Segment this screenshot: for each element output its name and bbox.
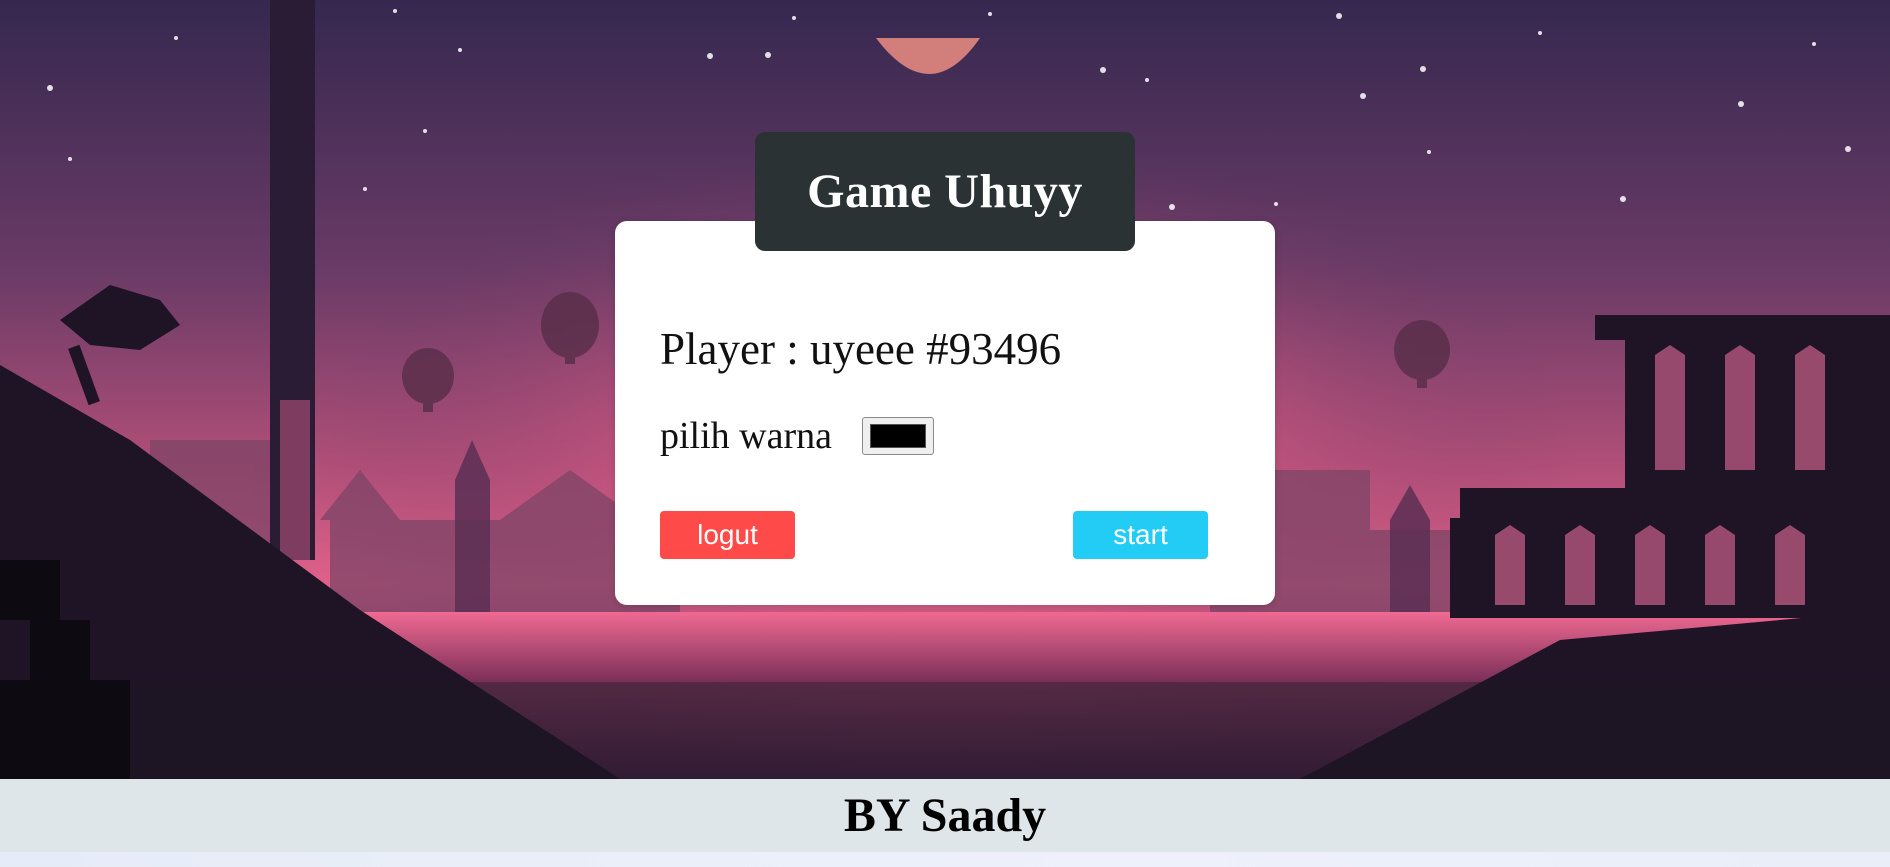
color-picker-label: pilih warna <box>660 415 833 457</box>
page-bottom-strip <box>0 852 1890 867</box>
start-button[interactable]: start <box>1073 511 1208 559</box>
color-picker-row: pilih warna <box>660 414 935 458</box>
player-name-label: Player : uyeee #93496 <box>660 324 1062 374</box>
footer-credit: BY Saady <box>0 779 1890 852</box>
game-title: Game Uhuyy <box>755 132 1135 251</box>
color-picker-input[interactable] <box>862 417 935 455</box>
logout-button[interactable]: logut <box>660 511 795 559</box>
color-swatch-value <box>870 424 927 448</box>
